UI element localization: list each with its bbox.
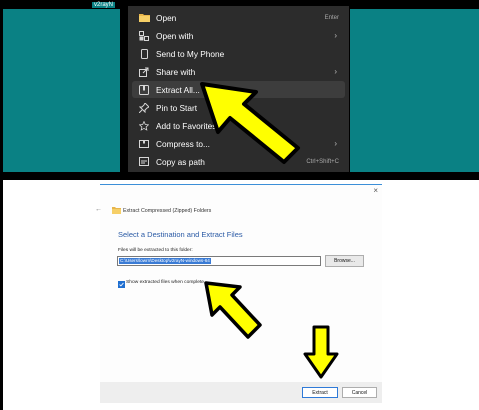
window-title: Extract Compressed (Zipped) Folders [123,208,212,214]
chevron-right-icon: › [334,31,337,40]
menu-item-label: Share with [156,66,196,77]
chevron-right-icon: › [334,139,337,148]
cancel-button[interactable]: Cancel [342,387,377,398]
phone-icon [137,48,151,59]
extract-button[interactable]: Extract [302,387,338,398]
yellow-arrow-icon [204,281,262,339]
extract-icon [137,84,151,95]
menu-item-open-with[interactable]: Open with › [132,27,345,44]
pin-icon [137,102,151,113]
desktop-background-left [3,9,120,172]
share-icon [137,67,151,77]
open-with-icon [137,30,151,41]
file-name-label[interactable]: v2rayN [92,2,116,8]
star-icon [137,120,151,131]
yellow-arrow-icon [200,82,300,164]
chevron-right-icon: › [334,67,337,76]
destination-label: Files will be extracted to this folder: [118,248,193,253]
menu-item-label: Send to My Phone [156,48,225,59]
compress-icon [137,139,151,149]
destination-path-text: C:\Users\lowrn\Desktop\v2rayN-windows-64 [119,258,211,264]
zip-folder-icon [112,207,121,214]
show-files-checkbox[interactable] [118,281,125,288]
menu-item-share-with[interactable]: Share with › [132,63,345,80]
open-folder-icon [137,13,151,22]
checkmark-icon [119,282,124,287]
menu-item-open[interactable]: Open Enter [132,9,345,26]
menu-item-label: Open [156,12,177,23]
copy-path-icon [137,157,151,166]
browse-button[interactable]: Browse... [325,255,364,267]
menu-item-shortcut: Ctrl+Shift+C [306,158,339,165]
desktop-background-right [350,9,479,172]
back-arrow-icon[interactable]: ← [95,206,102,213]
dialog-heading: Select a Destination and Extract Files [118,230,243,239]
destination-path-input[interactable]: C:\Users\lowrn\Desktop\v2rayN-windows-64 [117,256,321,266]
close-icon[interactable]: × [373,186,378,195]
menu-item-label: Open with [156,30,194,41]
show-files-label: Show extracted files when complete [126,280,205,285]
menu-item-shortcut: Enter [324,14,339,21]
yellow-arrow-icon [303,325,339,379]
extract-dialog-screenshot: × ← Extract Compressed (Zipped) Folders … [3,180,479,410]
context-menu-screenshot: v2rayN Open Enter Open with › Send to My… [0,0,479,172]
dialog-footer: Extract Cancel [100,382,382,403]
menu-item-send-to-phone[interactable]: Send to My Phone [132,45,345,62]
